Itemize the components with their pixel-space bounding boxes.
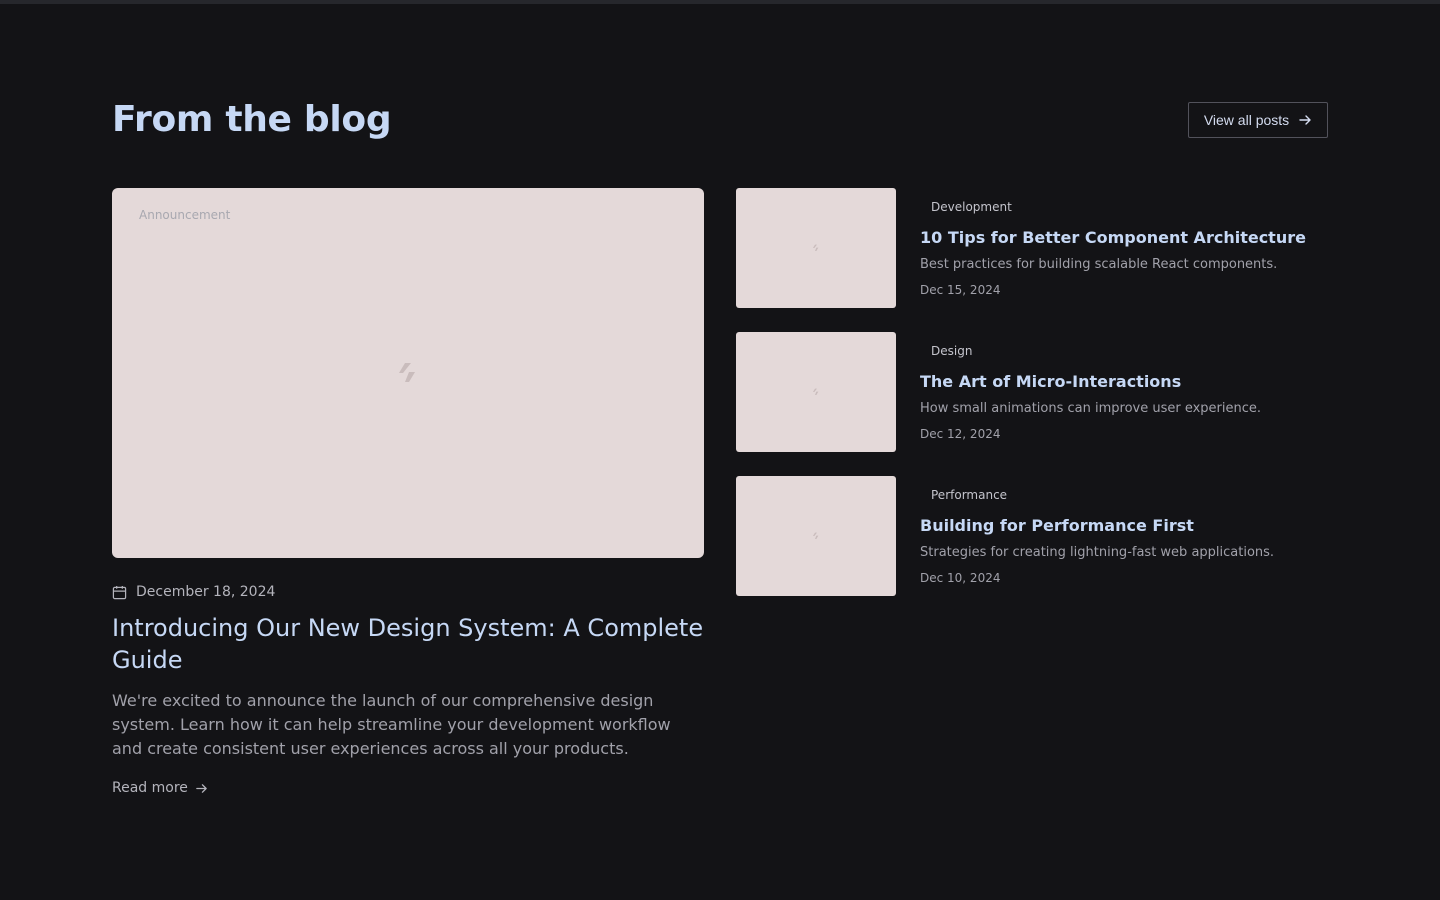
post-excerpt: Best practices for building scalable Rea… [920,257,1278,272]
post-title[interactable]: Building for Performance First [920,516,1194,535]
read-more-link[interactable]: Read more [112,778,208,798]
post-card[interactable]: Design The Art of Micro-Interactions How… [736,332,1328,452]
view-all-posts-button[interactable]: View all posts [1188,102,1328,138]
featured-post-excerpt: We're excited to announce the launch of … [112,691,671,758]
post-thumbnail[interactable] [736,188,896,308]
post-excerpt: Strategies for creating lightning-fast w… [920,545,1275,560]
post-thumbnail[interactable] [736,332,896,452]
arrow-right-icon [1299,115,1311,125]
post-title[interactable]: The Art of Micro-Interactions [920,372,1181,391]
image-placeholder-icon [813,532,819,539]
read-more-label: Read more [112,780,188,796]
post-category: Development [931,200,1012,214]
view-all-posts-label: View all posts [1203,112,1290,128]
image-placeholder-icon [813,388,819,395]
post-category: Design [931,344,973,358]
featured-post-date: December 18, 2024 [112,582,275,602]
blog-section: From the blog View all posts Announcemen… [112,0,1328,900]
post-card[interactable]: Development 10 Tips for Better Component… [736,188,1328,308]
featured-date-text: December 18, 2024 [136,584,276,600]
featured-post-image[interactable]: Announcement [112,188,704,558]
post-category: Performance [931,488,1008,502]
image-placeholder-icon [399,363,415,382]
section-title: From the blog [112,99,392,140]
post-date: Dec 12, 2024 [920,427,1001,441]
arrow-right-icon [196,783,207,793]
post-date: Dec 15, 2024 [920,283,1001,297]
post-excerpt: How small animations can improve user ex… [920,401,1262,416]
featured-category-badge: Announcement [139,208,231,222]
post-date: Dec 10, 2024 [920,571,1001,585]
post-card[interactable]: Performance Building for Performance Fir… [736,476,1328,596]
post-thumbnail[interactable] [736,476,896,596]
post-title[interactable]: 10 Tips for Better Component Architectur… [920,228,1306,247]
calendar-icon [112,585,127,599]
image-placeholder-icon [813,244,819,251]
featured-post-title[interactable]: Introducing Our New Design System: A Com… [112,612,704,676]
